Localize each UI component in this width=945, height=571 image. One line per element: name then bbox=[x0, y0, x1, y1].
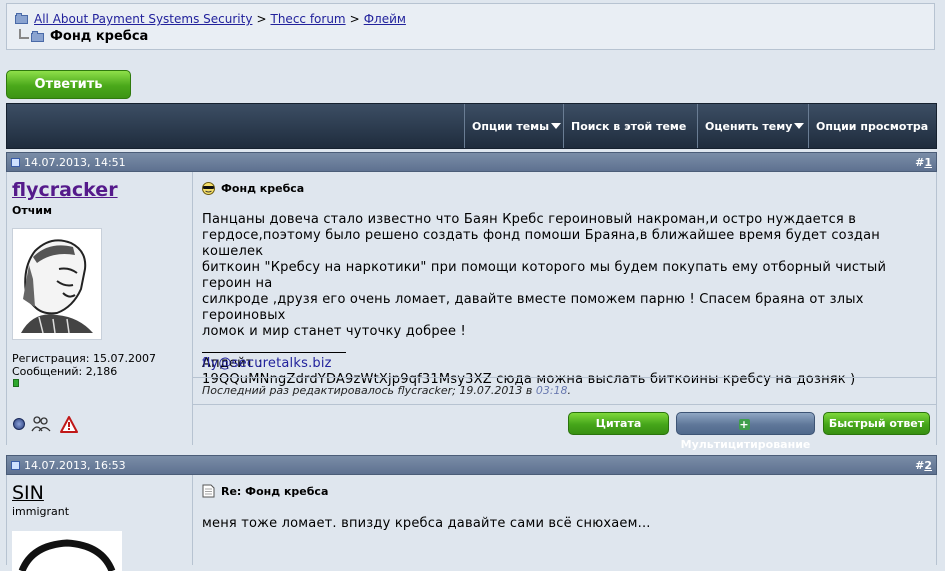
divider bbox=[193, 377, 936, 378]
post-number-prefix: # bbox=[915, 459, 925, 472]
thread-folder-icon bbox=[31, 30, 45, 43]
post-number-prefix: # bbox=[915, 156, 925, 169]
forum-home-icon[interactable] bbox=[15, 13, 29, 25]
breadcrumb-path: All About Payment Systems Security > The… bbox=[15, 12, 406, 26]
edited-note-text: Последний раз редактировалось flycracker… bbox=[202, 384, 536, 397]
users-icon[interactable] bbox=[31, 415, 51, 433]
signature-divider bbox=[202, 352, 346, 353]
quick-reply-button[interactable]: Быстрый ответ bbox=[823, 412, 930, 435]
post-body-line: Панцаны довеча стало известно что Баян К… bbox=[202, 212, 857, 227]
post-content: Фонд кребса Панцаны довеча стало известн… bbox=[193, 172, 937, 451]
post-title-text: Re: Фонд кребса bbox=[221, 484, 329, 498]
username[interactable]: flycracker bbox=[12, 179, 118, 201]
plus-icon: + bbox=[738, 418, 750, 431]
post-status-icon bbox=[11, 158, 20, 167]
chevron-down-icon bbox=[794, 123, 805, 129]
display-options-label: Опции просмотра bbox=[816, 120, 929, 133]
rate-thread-menu[interactable]: Оценить тему bbox=[697, 104, 809, 148]
avatar[interactable] bbox=[12, 531, 122, 571]
post-title: Re: Фонд кребса bbox=[202, 484, 328, 498]
search-thread-menu[interactable]: Поиск в этой теме bbox=[563, 104, 698, 175]
post-count: Сообщений: 2,186 bbox=[12, 365, 118, 378]
edited-note: Последний раз редактировалось flycracker… bbox=[202, 384, 571, 397]
registration-date: Регистрация: 15.07.2007 bbox=[12, 352, 156, 365]
post-date: 14.07.2013, 14:51 bbox=[24, 156, 126, 169]
user-panel: flycracker Отчим Регистрация: 15.07.2007… bbox=[6, 172, 193, 445]
breadcrumb-link-section[interactable]: Флейм bbox=[364, 12, 406, 26]
edited-time: 03:18 bbox=[535, 384, 568, 397]
post-body-line: гердосе,поэтому было решено создать фонд… bbox=[202, 228, 880, 259]
offline-status-icon bbox=[13, 418, 25, 430]
rate-thread-label: Оценить тему bbox=[705, 120, 793, 133]
post-permalink[interactable]: 2 bbox=[924, 459, 932, 472]
breadcrumb-current: Фонд кребса bbox=[19, 28, 149, 44]
avatar-image bbox=[21, 239, 93, 334]
report-warning-icon[interactable] bbox=[60, 416, 78, 433]
avatar[interactable] bbox=[12, 228, 102, 340]
avatar-image bbox=[18, 539, 116, 571]
search-thread-label: Поиск в этой теме bbox=[571, 120, 687, 133]
user-title: Отчим bbox=[12, 204, 52, 217]
reply-button[interactable]: Ответить bbox=[6, 70, 131, 99]
thread-tools-bar: Опции темы Поиск в этой теме Оценить тем… bbox=[6, 103, 937, 175]
user-title: immigrant bbox=[12, 505, 70, 518]
chevron-down-icon bbox=[551, 123, 562, 129]
post-document-icon bbox=[202, 484, 215, 498]
signature-link[interactable]: fly@securetalks.biz bbox=[202, 356, 332, 371]
post-body-line: ломок и мир станет чуточку добрее ! bbox=[202, 324, 466, 339]
display-options-menu[interactable]: Опции просмотра bbox=[808, 104, 936, 175]
username[interactable]: SIN bbox=[12, 482, 44, 504]
post-number: #2 bbox=[915, 459, 932, 472]
breadcrumb-link-home[interactable]: All About Payment Systems Security bbox=[34, 12, 252, 26]
breadcrumb-link-forum[interactable]: Thecc forum bbox=[271, 12, 346, 26]
post-permalink[interactable]: 1 bbox=[924, 156, 932, 169]
breadcrumb-separator: > bbox=[256, 12, 267, 26]
post-content: Re: Фонд кребса меня тоже ломает. впизду… bbox=[193, 475, 937, 565]
post-title: Фонд кребса bbox=[201, 182, 304, 195]
multiquote-label: Мультицитирование bbox=[680, 438, 811, 451]
divider bbox=[193, 404, 936, 405]
signature: fly@securetalks.biz bbox=[202, 356, 332, 372]
multiquote-button[interactable]: + Мультицитирование bbox=[676, 412, 815, 451]
breadcrumb: All About Payment Systems Security > The… bbox=[6, 3, 935, 50]
user-panel: SIN immigrant bbox=[6, 475, 193, 571]
post-title-text: Фонд кребса bbox=[221, 182, 305, 195]
post-header: 14.07.2013, 14:51 #1 bbox=[6, 152, 937, 172]
reputation-icon bbox=[13, 379, 19, 387]
post-number: #1 bbox=[915, 156, 932, 169]
thread-options-label: Опции темы bbox=[472, 120, 550, 133]
post-body-line: биткоин "Кребсу на наркотики" при помощи… bbox=[202, 260, 887, 291]
edited-note-suffix: . bbox=[567, 384, 572, 397]
breadcrumb-separator: > bbox=[349, 12, 360, 26]
post-status-icon bbox=[11, 461, 20, 470]
thread-options-menu[interactable]: Опции темы bbox=[464, 104, 564, 148]
tree-elbow-icon bbox=[19, 28, 29, 39]
post-body: меня тоже ломает. впизду кребса давайте … bbox=[202, 516, 651, 531]
cool-smiley-icon bbox=[202, 182, 215, 195]
quote-button[interactable]: Цитата bbox=[568, 412, 669, 435]
post-header: 14.07.2013, 16:53 #2 bbox=[6, 455, 937, 475]
post-date: 14.07.2013, 16:53 bbox=[24, 459, 126, 472]
post-body-line: силкроде ,друзя его очень ломает, давайт… bbox=[202, 292, 864, 323]
page-title: Фонд кребса bbox=[50, 29, 149, 44]
